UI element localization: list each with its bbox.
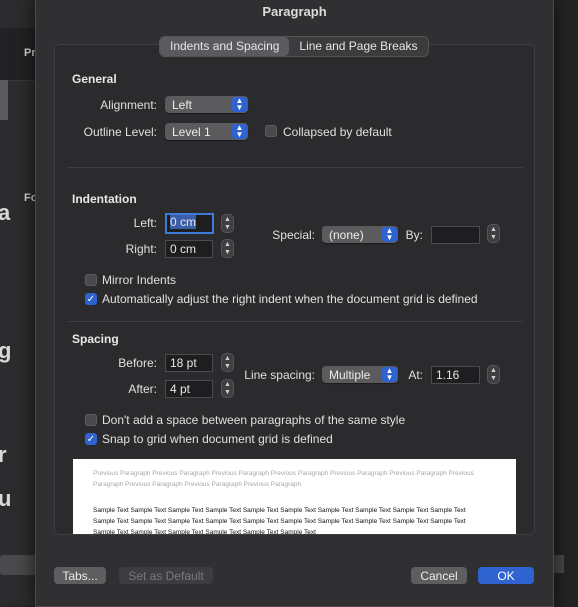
- right-indent-label: Right:: [125, 242, 157, 256]
- select-arrows-icon: ▲ ▼: [382, 367, 397, 382]
- tabs-button[interactable]: Tabs...: [54, 567, 106, 584]
- background-bottom-bar: [0, 555, 36, 575]
- auto-adjust-label: Automatically adjust the right indent wh…: [102, 292, 478, 306]
- indentation-heading: Indentation: [72, 192, 137, 206]
- line-spacing-value: Multiple: [329, 368, 371, 382]
- background-glyph-u: u: [0, 486, 12, 511]
- before-field[interactable]: 18 pt: [165, 354, 213, 372]
- general-heading: General: [72, 72, 117, 86]
- at-label: At:: [408, 368, 423, 382]
- special-label: Special:: [272, 228, 315, 242]
- preview-sample-text: Sample Text Sample Text Sample Text Samp…: [93, 507, 466, 534]
- snap-to-grid-checkbox[interactable]: ✓: [85, 433, 97, 445]
- line-spacing-select[interactable]: Multiple ▲ ▼: [322, 366, 398, 383]
- by-field[interactable]: [431, 226, 480, 244]
- outline-level-label: Outline Level:: [83, 125, 157, 139]
- before-label: Before:: [118, 356, 157, 370]
- outline-level-select[interactable]: Level 1 ▲ ▼: [165, 123, 248, 140]
- dialog-title: Paragraph: [262, 4, 327, 19]
- preview-previous-text: Previous Paragraph Previous Paragraph Pr…: [93, 470, 474, 488]
- settings-panel: General Alignment: Left ▲ ▼ Outline Level…: [54, 44, 535, 535]
- tab-indents-and-spacing[interactable]: Indents and Spacing: [160, 37, 290, 56]
- right-indent-stepper[interactable]: ▲ ▼: [221, 239, 234, 258]
- background-glyph-g: g: [0, 338, 12, 363]
- by-label: By:: [405, 228, 423, 242]
- after-stepper[interactable]: ▲ ▼: [221, 379, 234, 398]
- background-strip-mid: [0, 80, 8, 120]
- no-space-label: Don't add a space between paragraphs of …: [102, 413, 406, 427]
- cancel-button[interactable]: Cancel: [411, 567, 467, 584]
- tab-line-and-page-breaks[interactable]: Line and Page Breaks: [289, 37, 427, 56]
- background-label-pr: Pr: [24, 47, 36, 59]
- mirror-indents-label: Mirror Indents: [102, 273, 177, 287]
- select-arrows-icon: ▲ ▼: [232, 97, 247, 112]
- outline-level-value: Level 1: [172, 125, 211, 139]
- background-glyph-a: a: [0, 200, 11, 225]
- spacing-heading: Spacing: [72, 332, 119, 346]
- alignment-label: Alignment:: [100, 98, 157, 112]
- alignment-value: Left: [172, 98, 193, 112]
- background-glyph-r: r: [0, 442, 7, 467]
- paragraph-dialog: Paragraph Indents and Spacing Line and P…: [35, 0, 554, 607]
- paragraph-preview: Previous Paragraph Previous Paragraph Pr…: [73, 459, 516, 534]
- no-space-checkbox[interactable]: [85, 414, 97, 426]
- at-field[interactable]: 1.16: [431, 366, 480, 384]
- after-field[interactable]: 4 pt: [165, 380, 213, 398]
- left-indent-field[interactable]: 0 cm: [165, 213, 214, 234]
- snap-to-grid-label: Snap to grid when document grid is defin…: [102, 432, 333, 446]
- line-spacing-label: Line spacing:: [244, 368, 315, 382]
- mirror-indents-checkbox[interactable]: [85, 274, 97, 286]
- select-arrows-icon: ▲ ▼: [232, 124, 247, 139]
- set-as-default-button[interactable]: Set as Default: [119, 567, 213, 584]
- at-stepper[interactable]: ▲ ▼: [487, 365, 500, 384]
- before-stepper[interactable]: ▲ ▼: [221, 353, 234, 372]
- after-label: After:: [128, 382, 157, 396]
- ok-button[interactable]: OK: [478, 567, 534, 584]
- alignment-select[interactable]: Left ▲ ▼: [165, 96, 248, 113]
- section-divider: [67, 321, 523, 322]
- section-divider: [67, 167, 523, 168]
- tab-bar: Indents and Spacing Line and Page Breaks: [159, 36, 429, 57]
- select-arrows-icon: ▲ ▼: [382, 227, 397, 242]
- left-indent-label: Left:: [133, 216, 157, 230]
- collapsed-label: Collapsed by default: [283, 125, 392, 139]
- by-stepper[interactable]: ▲ ▼: [487, 224, 500, 243]
- background-right-edge: [552, 0, 578, 606]
- auto-adjust-checkbox[interactable]: ✓: [85, 293, 97, 305]
- special-value: (none): [329, 228, 364, 242]
- collapsed-checkbox[interactable]: [265, 125, 277, 137]
- left-indent-stepper[interactable]: ▲ ▼: [221, 214, 234, 233]
- special-select[interactable]: (none) ▲ ▼: [322, 226, 398, 243]
- right-indent-field[interactable]: 0 cm: [165, 240, 213, 258]
- left-indent-value: 0 cm: [170, 215, 197, 229]
